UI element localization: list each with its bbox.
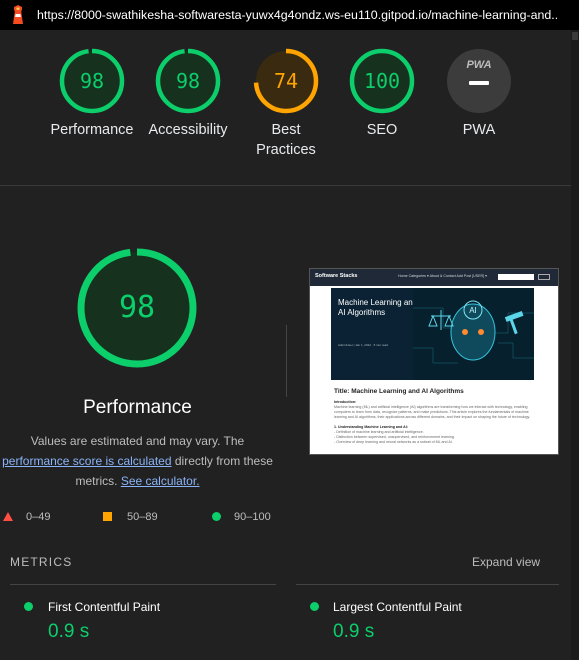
gauge-accessibility-score: 98 [175, 69, 201, 93]
desc-prefix: Values are estimated and may vary. The [30, 434, 245, 448]
category-summary: 98 Performance 98 Accessibility 74 Best … [0, 30, 571, 180]
see-calculator-link[interactable]: See calculator. [121, 474, 200, 488]
gauge-seo-label: SEO [366, 122, 398, 138]
gauge-performance-score: 98 [79, 69, 105, 93]
preview-hero-art-label: AI [469, 306, 477, 315]
gauge-accessibility-label: Accessibility [148, 122, 228, 138]
vertical-separator [286, 325, 287, 397]
gauge-best-practices-label: Best Practices [256, 122, 316, 158]
pwa-badge-text: PWA [466, 59, 492, 71]
square-icon [103, 512, 112, 521]
legend-pass-range: 90–100 [234, 511, 271, 523]
gauge-seo-score: 100 [363, 69, 401, 93]
gauge-seo[interactable]: 100 SEO [327, 48, 437, 140]
preview-section-item: - Distinction between supervised, unsupe… [334, 435, 455, 439]
metric-lcp-value: 0.9 s [333, 621, 375, 642]
url-bar: https://8000-swathikesha-softwaresta-yuw… [0, 0, 579, 30]
lighthouse-icon [13, 5, 23, 24]
expand-view-toggle[interactable]: Expand view [472, 555, 540, 569]
performance-gauge: 98 [76, 247, 198, 369]
page-url[interactable]: https://8000-swathikesha-softwaresta-yuw… [37, 8, 557, 22]
preview-section-item: - Overview of deep learning and neural n… [334, 440, 453, 444]
circle-icon [212, 512, 221, 521]
page-screenshot-preview[interactable]: Software Stacks Home Categories ▾ About … [309, 268, 559, 455]
metrics-divider-right [296, 584, 559, 585]
gauge-performance[interactable]: 98 Performance [37, 48, 147, 140]
metric-pass-icon [310, 602, 319, 611]
preview-section-heading: 1. Understanding Machine Learning and AI… [334, 425, 408, 429]
preview-navbar: Software Stacks Home Categories ▾ About … [310, 269, 558, 286]
metric-fcp-value: 0.9 s [48, 621, 90, 642]
preview-nav-links: Home Categories ▾ About & Contact Add Po… [398, 274, 487, 278]
preview-post-body: Introduction: Machine learning (ML) and … [334, 400, 539, 445]
preview-hero: Machine Learning and AI Algorithms Admin… [331, 288, 534, 380]
score-calculation-link[interactable]: performance score is calculated [2, 454, 171, 468]
gauge-best-practices-score: 74 [273, 69, 299, 93]
legend-fail-range: 0–49 [26, 511, 51, 523]
scrollbar[interactable] [571, 30, 579, 660]
metric-pass-icon [24, 602, 33, 611]
gauge-pwa[interactable]: PWA PWA [424, 48, 534, 140]
ai-robot-image: AI [413, 288, 534, 380]
pwa-badge-icon [447, 49, 511, 113]
performance-description: Values are estimated and may vary. The p… [0, 431, 275, 491]
gauge-best-practices[interactable]: 74 Best Practices [231, 48, 341, 160]
metric-fcp-name: First Contentful Paint [48, 600, 161, 614]
metric-lcp-name: Largest Contentful Paint [333, 600, 462, 614]
gauge-accessibility[interactable]: 98 Accessibility [133, 48, 243, 140]
legend-average-range: 50–89 [127, 511, 158, 523]
preview-brand: Software Stacks [315, 273, 358, 279]
preview-hero-meta: AdminUser | Jan 1, 2024 · 5 min read [338, 343, 388, 347]
preview-intro-heading: Introduction: [334, 400, 357, 404]
preview-section-item: - Definition of machine learning and art… [334, 430, 424, 434]
scrollbar-thumb[interactable] [572, 32, 578, 40]
gauge-pwa-label: PWA [462, 122, 496, 138]
preview-intro-text: Machine learning (ML) and artificial int… [334, 405, 531, 419]
preview-search-input [498, 274, 534, 280]
performance-title: Performance [83, 397, 192, 418]
metrics-divider-left [10, 584, 276, 585]
metrics-heading: METRICS [10, 555, 73, 569]
gauge-performance-label: Performance [50, 122, 134, 138]
preview-hero-title: Machine Learning and AI Algorithms [338, 298, 418, 317]
performance-score: 98 [118, 290, 156, 325]
triangle-icon [3, 512, 13, 521]
preview-post-title: Title: Machine Learning and AI Algorithm… [334, 388, 464, 395]
preview-search-button [538, 274, 550, 280]
summary-divider [0, 185, 571, 186]
